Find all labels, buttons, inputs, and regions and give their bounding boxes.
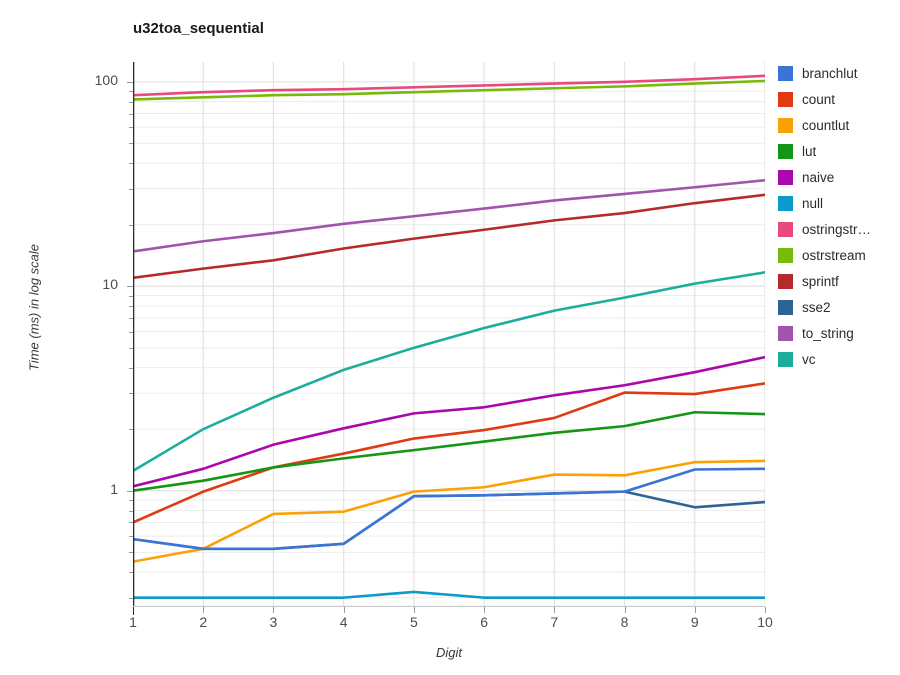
legend-item[interactable]: vc	[778, 346, 900, 372]
legend-color-swatch	[778, 221, 793, 237]
data-series-group	[133, 74, 765, 599]
x-tick-label: 9	[690, 614, 699, 630]
legend-label: vc	[802, 351, 816, 367]
x-tick-label: 10	[757, 614, 773, 630]
legend-color-swatch	[778, 169, 793, 185]
y-tick-label: 10	[102, 276, 118, 293]
chart-title: u32toa_sequential	[133, 20, 264, 37]
legend-item[interactable]: null	[778, 190, 900, 216]
x-tick-mark	[273, 607, 275, 613]
legend-color-swatch	[778, 325, 793, 341]
x-axis-title: Digit	[435, 645, 462, 660]
legend-label: countlut	[802, 117, 850, 133]
legend-label: count	[802, 91, 836, 107]
x-tick-label: 2	[199, 614, 208, 630]
legend-label: branchlut	[802, 65, 858, 81]
legend-item[interactable]: lut	[778, 138, 900, 164]
legend-color-swatch	[778, 195, 793, 211]
legend-item[interactable]: ostrstream	[778, 242, 900, 268]
series-line-sprintf	[133, 193, 765, 280]
x-tick-label: 1	[129, 614, 137, 630]
legend-label: naive	[802, 169, 835, 185]
legend-item[interactable]: ostringstr…	[778, 216, 900, 242]
x-tick-label: 5	[409, 614, 418, 630]
legend-label: sse2	[802, 299, 831, 315]
x-tick-mark	[694, 607, 696, 613]
x-tick-mark	[765, 607, 766, 613]
legend-label: ostringstr…	[802, 221, 872, 237]
legend-item[interactable]: count	[778, 86, 900, 112]
legend-color-swatch	[778, 143, 793, 159]
legend-color-swatch	[778, 91, 793, 107]
y-axis-title: Time (ms) in log scale	[26, 243, 42, 372]
legend-color-swatch	[778, 65, 793, 81]
legend-color-swatch	[778, 299, 793, 315]
x-tick-mark	[624, 607, 626, 613]
y-tick-label: 100	[94, 71, 118, 88]
legend-item[interactable]: sprintf	[778, 268, 900, 294]
legend-item[interactable]: sse2	[778, 294, 900, 320]
legend-item[interactable]: countlut	[778, 112, 900, 138]
legend-color-swatch	[778, 247, 793, 263]
legend-label: sprintf	[802, 273, 839, 289]
x-tick-mark	[343, 607, 345, 613]
x-tick-label: 6	[480, 614, 488, 630]
legend-color-swatch	[778, 351, 793, 367]
legend-label: ostrstream	[802, 247, 866, 263]
x-tick-label: 4	[339, 614, 348, 630]
legend-color-swatch	[778, 117, 793, 133]
x-tick-label: 8	[620, 614, 629, 630]
x-tick-mark	[133, 607, 134, 615]
chart-container: u32toa_sequential Time (ms) in log scale…	[0, 0, 900, 675]
x-tick-mark	[554, 607, 556, 613]
grid-lines	[133, 62, 765, 607]
x-tick-mark	[413, 607, 415, 613]
series-line-to_string	[133, 178, 765, 253]
legend-label: to_string	[802, 325, 854, 341]
x-tick-mark	[203, 607, 205, 613]
legend-item[interactable]: branchlut	[778, 60, 900, 86]
y-tick-label: 1	[110, 480, 118, 497]
x-tick-mark	[484, 607, 486, 613]
series-line-vc	[133, 271, 765, 473]
legend-label: lut	[802, 143, 817, 159]
x-tick-label: 7	[550, 614, 559, 630]
legend-label: null	[802, 195, 824, 211]
chart-legend: branchlut count countlut lut naive null ostrin…	[778, 60, 900, 372]
x-tick-label: 3	[269, 614, 278, 630]
legend-item[interactable]: naive	[778, 164, 900, 190]
legend-item[interactable]: to_string	[778, 320, 900, 346]
series-line-null	[133, 590, 765, 599]
legend-color-swatch	[778, 273, 793, 289]
series-line-lut	[133, 410, 765, 493]
plot-area	[133, 62, 765, 607]
